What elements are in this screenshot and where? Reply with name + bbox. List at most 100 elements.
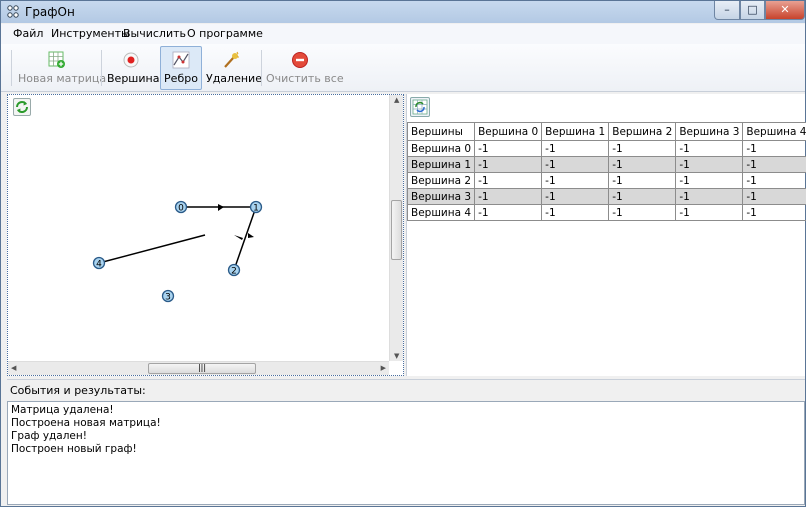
- toolbar: Новая матрица Вершина Ребро Удаление Очи…: [1, 44, 805, 92]
- table-cell[interactable]: -1: [608, 156, 677, 173]
- table-cell[interactable]: -1: [675, 188, 744, 205]
- menu-calculate[interactable]: Вычислить: [123, 27, 186, 40]
- column-header[interactable]: Вершина 3: [675, 122, 744, 141]
- table-cell[interactable]: -1: [675, 172, 744, 189]
- row-header[interactable]: Вершина 4: [406, 204, 476, 221]
- toolbar-separator: [101, 50, 102, 86]
- table-row: Вершина 2 -1 -1 -1 -1 -1: [406, 172, 806, 189]
- delete-label: Удаление: [206, 72, 262, 85]
- menu-tools[interactable]: Инструменты: [51, 27, 130, 40]
- column-header[interactable]: Вершина 1: [541, 122, 610, 141]
- matrix-refresh-icon: [412, 99, 428, 115]
- table-cell[interactable]: -1: [675, 140, 744, 157]
- vertex-icon: [123, 52, 139, 68]
- edge-4-loose[interactable]: [98, 234, 206, 264]
- graph-horizontal-scrollbar[interactable]: ◀ ||| ▶: [8, 361, 389, 375]
- vertex-node-4[interactable]: 4: [92, 256, 106, 270]
- table-cell[interactable]: -1: [742, 188, 806, 205]
- table-cell[interactable]: -1: [742, 204, 806, 221]
- column-header[interactable]: Вершины: [406, 122, 476, 141]
- table-header-row: Вершины Вершина 0 Вершина 1 Вершина 2 Ве…: [406, 122, 806, 141]
- table-row: Вершина 3 -1 -1 -1 -1 -1: [406, 188, 806, 205]
- scroll-right-arrow[interactable]: ▶: [381, 364, 386, 372]
- edge-arrow-2-1: [234, 235, 243, 240]
- table-cell[interactable]: -1: [541, 140, 610, 157]
- title-bar[interactable]: ГрафОн – □ ✕: [1, 1, 805, 23]
- row-header[interactable]: Вершина 0: [406, 140, 476, 157]
- vertex-label-1: 1: [253, 204, 259, 214]
- table-cell[interactable]: -1: [742, 140, 806, 157]
- log-line: Граф удален!: [11, 430, 87, 442]
- table-cell[interactable]: -1: [474, 156, 543, 173]
- table-cell[interactable]: -1: [608, 172, 677, 189]
- new-matrix-icon: [48, 51, 65, 68]
- scroll-up-arrow[interactable]: ▲: [394, 96, 399, 104]
- graph-drawing[interactable]: 0 1 2 3 4: [8, 95, 389, 361]
- table-cell[interactable]: -1: [608, 188, 677, 205]
- column-header[interactable]: Вершина 2: [608, 122, 677, 141]
- new-matrix-label: Новая матрица: [18, 72, 107, 85]
- table-cell[interactable]: -1: [742, 156, 806, 173]
- edge-arrow-0-1: [218, 204, 224, 211]
- column-header[interactable]: Вершина 4: [742, 122, 806, 141]
- table-cell[interactable]: -1: [675, 204, 744, 221]
- events-title: События и результаты:: [10, 384, 146, 397]
- graph-canvas[interactable]: 0 1 2 3 4 ▲ ▼ ◀ ||| ▶: [7, 94, 404, 376]
- column-header[interactable]: Вершина 0: [474, 122, 543, 141]
- clear-all-label: Очистить все: [266, 72, 344, 85]
- new-matrix-button[interactable]: Новая матрица: [17, 46, 107, 90]
- vertex-label-0: 0: [178, 204, 184, 214]
- maximize-button[interactable]: □: [740, 1, 765, 20]
- scroll-down-arrow[interactable]: ▼: [394, 352, 399, 360]
- table-cell[interactable]: -1: [474, 140, 543, 157]
- vertical-scroll-thumb[interactable]: [391, 200, 402, 260]
- vertex-tool-button[interactable]: Вершина: [106, 46, 160, 90]
- table-row: Вершина 0 -1 -1 -1 -1 -1: [406, 140, 806, 157]
- table-cell[interactable]: -1: [474, 204, 543, 221]
- table-cell[interactable]: -1: [742, 172, 806, 189]
- rebuild-matrix-button[interactable]: [410, 97, 430, 117]
- toolbar-separator: [261, 50, 262, 86]
- close-button[interactable]: ✕: [765, 1, 805, 20]
- row-header[interactable]: Вершина 3: [406, 188, 476, 205]
- minimize-button[interactable]: –: [714, 1, 740, 20]
- table-cell[interactable]: -1: [675, 156, 744, 173]
- horizontal-scroll-thumb[interactable]: |||: [148, 363, 256, 374]
- delete-tool-button[interactable]: Удаление: [205, 46, 262, 90]
- row-header[interactable]: Вершина 1: [406, 156, 476, 173]
- table-cell[interactable]: -1: [541, 188, 610, 205]
- table-cell[interactable]: -1: [474, 188, 543, 205]
- vertex-label-2: 2: [231, 267, 237, 277]
- table-cell[interactable]: -1: [608, 204, 677, 221]
- table-cell[interactable]: -1: [541, 204, 610, 221]
- log-line: Построена новая матрица!: [11, 417, 161, 429]
- edge-tool-button[interactable]: Ребро: [160, 46, 202, 90]
- events-log[interactable]: Матрица удалена! Построена новая матрица…: [7, 401, 805, 505]
- graph-vertical-scrollbar[interactable]: ▲ ▼: [389, 95, 403, 361]
- log-line: Матрица удалена!: [11, 404, 114, 416]
- wand-icon: [224, 51, 239, 68]
- clear-all-button[interactable]: Очистить все: [265, 46, 344, 90]
- vertex-label-4: 4: [96, 260, 102, 270]
- vertex-label: Вершина: [107, 72, 160, 85]
- vertex-node-2[interactable]: 2: [227, 263, 241, 277]
- matrix-pane: Вершины Вершина 0 Вершина 1 Вершина 2 Ве…: [406, 94, 806, 376]
- scroll-left-arrow[interactable]: ◀: [11, 364, 16, 372]
- table-cell[interactable]: -1: [608, 140, 677, 157]
- toolbar-grip: [11, 50, 12, 86]
- edge-1-2[interactable]: [233, 206, 257, 271]
- events-header: События и результаты:: [7, 379, 805, 401]
- vertex-node-0[interactable]: 0: [174, 200, 188, 214]
- menu-about[interactable]: О программе: [187, 27, 263, 40]
- menu-file[interactable]: Файл: [13, 27, 43, 40]
- edge-icon: [172, 51, 190, 69]
- table-cell[interactable]: -1: [474, 172, 543, 189]
- vertex-node-3[interactable]: 3: [161, 289, 175, 303]
- app-window: ГрафОн – □ ✕ Файл Инструменты Вычислить …: [0, 0, 806, 507]
- table-cell[interactable]: -1: [541, 156, 610, 173]
- row-header[interactable]: Вершина 2: [406, 172, 476, 189]
- app-icon: [7, 5, 19, 18]
- vertex-node-1[interactable]: 1: [249, 200, 263, 214]
- table-cell[interactable]: -1: [541, 172, 610, 189]
- table-row: Вершина 4 -1 -1 -1 -1 -1: [406, 204, 806, 221]
